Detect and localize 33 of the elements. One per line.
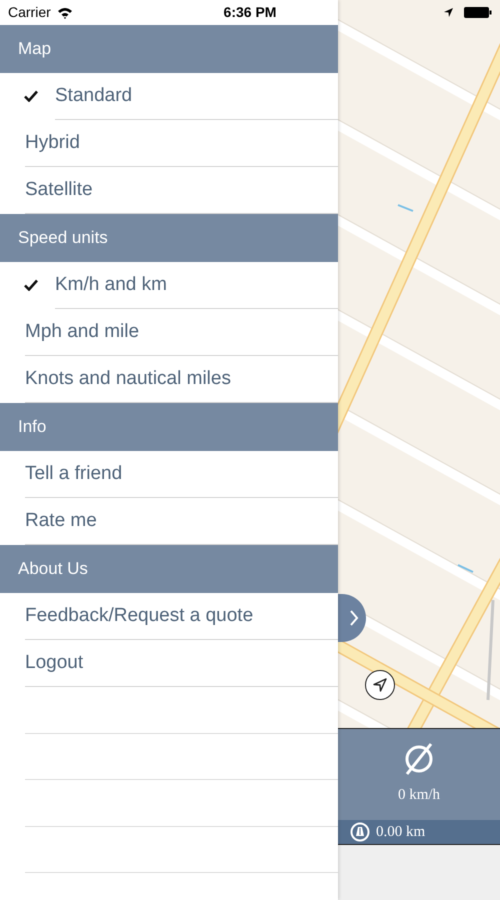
menu-item-label: Knots and nautical miles (25, 367, 231, 392)
menu-item[interactable]: Knots and nautical miles (0, 356, 338, 403)
menu-item-label: Tell a friend (25, 462, 122, 486)
wifi-icon (56, 6, 73, 18)
chevron-right-icon (349, 609, 359, 627)
distance-reading: 0.00 km (376, 822, 426, 842)
menu-item-label: Feedback/Request a quote (25, 604, 254, 628)
menu-item[interactable]: Km/h and km (0, 262, 338, 309)
section-title: About Us (18, 558, 88, 580)
section-title: Info (18, 416, 46, 438)
menu-item[interactable]: Logout (0, 640, 338, 687)
clock: 6:36 PM (224, 3, 276, 22)
section-title: Speed units (18, 227, 108, 250)
menu-item[interactable]: Satellite (0, 167, 338, 214)
menu-item-label: Km/h and km (55, 273, 167, 298)
menu-item[interactable]: Feedback/Request a quote (0, 593, 338, 640)
battery-icon (464, 7, 492, 18)
speed-reading: 0 km/h (398, 786, 440, 806)
menu-item-label: Logout (25, 651, 84, 676)
menu-item-label: Rate me (25, 509, 97, 534)
menu-item[interactable]: Mph and mile (0, 309, 338, 356)
menu-item[interactable]: Rate me (0, 498, 338, 545)
location-arrow-icon (443, 7, 454, 18)
menu-item-label: Standard (55, 84, 132, 108)
section-title: Map (18, 38, 52, 60)
menu-item-label: Mph and mile (25, 320, 140, 344)
menu-item[interactable]: Tell a friend (0, 451, 338, 498)
navigation-arrow-icon (372, 677, 388, 693)
menu-item-label: Hybrid (25, 131, 80, 156)
menu-item[interactable]: Hybrid (0, 120, 338, 167)
carrier-label: Carrier (8, 3, 51, 22)
menu-item-label: Satellite (25, 178, 93, 202)
menu-item[interactable]: Standard (0, 73, 338, 120)
